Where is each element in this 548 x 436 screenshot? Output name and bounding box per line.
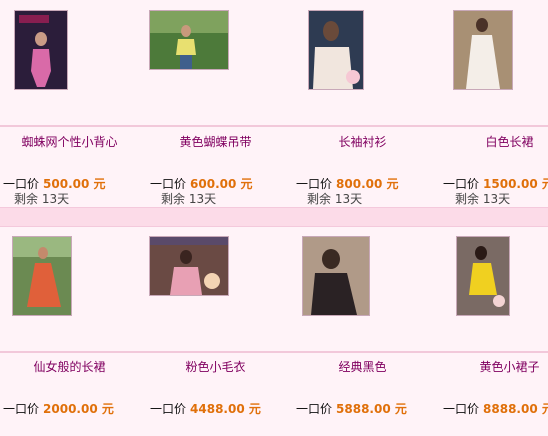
product-cell: 粉色小毛衣 一口价 4488.00 元 bbox=[142, 236, 289, 436]
price-value: 500.00 元 bbox=[43, 177, 106, 191]
price-value: 4488.00 元 bbox=[190, 402, 261, 416]
product-title-link[interactable]: 经典黑色 bbox=[338, 360, 386, 374]
photo-placeholder-icon bbox=[150, 11, 228, 69]
product-title-link[interactable]: 蜘蛛网个性小背心 bbox=[21, 135, 117, 149]
time-remaining: 剩余 13天 bbox=[161, 190, 216, 207]
product-image[interactable] bbox=[308, 10, 364, 90]
remaining-label: 剩余 bbox=[307, 192, 332, 206]
product-title[interactable]: 黄色蝴蝶吊带 bbox=[142, 133, 289, 150]
product-cell: 仙女般的长裙 一口价 2000.00 元 bbox=[0, 236, 143, 436]
remaining-label: 剩余 bbox=[14, 192, 39, 206]
price-line: 一口价 2000.00 元 bbox=[3, 400, 114, 417]
photo-placeholder-icon bbox=[454, 11, 512, 89]
price-value: 8888.00 元 bbox=[483, 402, 548, 416]
row-divider bbox=[0, 351, 548, 353]
price-value: 5888.00 元 bbox=[336, 402, 407, 416]
buy-now-label: 一口价 bbox=[3, 402, 40, 416]
buy-now-label: 一口价 bbox=[150, 402, 187, 416]
buy-now-label: 一口价 bbox=[443, 177, 480, 191]
price-line: 一口价 4488.00 元 bbox=[150, 400, 261, 417]
row-separator-band bbox=[0, 207, 548, 227]
product-cell: 黄色蝴蝶吊带 一口价 600.00 元 剩余 13天 bbox=[142, 10, 289, 210]
photo-placeholder-icon bbox=[303, 237, 369, 315]
product-title[interactable]: 黄色小裙子 bbox=[436, 358, 548, 375]
buy-now-label: 一口价 bbox=[3, 177, 40, 191]
remaining-days: 13天 bbox=[188, 192, 217, 206]
product-image[interactable] bbox=[456, 236, 510, 316]
price-value: 800.00 元 bbox=[336, 177, 399, 191]
product-title[interactable]: 粉色小毛衣 bbox=[142, 358, 289, 375]
price-value: 600.00 元 bbox=[190, 177, 253, 191]
product-image[interactable] bbox=[302, 236, 370, 316]
photo-placeholder-icon bbox=[15, 11, 67, 89]
buy-now-label: 一口价 bbox=[296, 177, 333, 191]
product-cell: 黄色小裙子 一口价 8888.00 元 bbox=[436, 236, 548, 436]
product-cell: 白色长裙 一口价 1500.00 元 剩余 13天 bbox=[436, 10, 548, 210]
product-title-link[interactable]: 白色长裙 bbox=[485, 135, 533, 149]
product-grid: 蜘蛛网个性小背心 一口价 500.00 元 剩余 13天 黄色蝴蝶吊带 一口价 60… bbox=[0, 0, 548, 419]
product-cell: 经典黑色 一口价 5888.00 元 bbox=[289, 236, 436, 436]
buy-now-label: 一口价 bbox=[150, 177, 187, 191]
photo-placeholder-icon bbox=[457, 237, 509, 315]
time-remaining: 剩余 13天 bbox=[307, 190, 362, 207]
row-divider bbox=[0, 125, 548, 127]
photo-placeholder-icon bbox=[150, 237, 228, 295]
product-title[interactable]: 长袖衬衫 bbox=[289, 133, 436, 150]
time-remaining: 剩余 13天 bbox=[14, 190, 69, 207]
remaining-days: 13天 bbox=[41, 192, 70, 206]
time-remaining: 剩余 13天 bbox=[455, 190, 510, 207]
price-line: 一口价 8888.00 元 bbox=[443, 400, 548, 417]
remaining-label: 剩余 bbox=[455, 192, 480, 206]
photo-placeholder-icon bbox=[309, 11, 363, 89]
product-title-link[interactable]: 仙女般的长裙 bbox=[33, 360, 105, 374]
product-cell: 长袖衬衫 一口价 800.00 元 剩余 13天 bbox=[289, 10, 436, 210]
product-title[interactable]: 仙女般的长裙 bbox=[0, 358, 143, 375]
price-value: 1500.00 元 bbox=[483, 177, 548, 191]
product-image[interactable] bbox=[453, 10, 513, 90]
remaining-days: 13天 bbox=[482, 192, 511, 206]
price-value: 2000.00 元 bbox=[43, 402, 114, 416]
remaining-label: 剩余 bbox=[161, 192, 186, 206]
photo-placeholder-icon bbox=[13, 237, 71, 315]
price-line: 一口价 5888.00 元 bbox=[296, 400, 407, 417]
product-title[interactable]: 蜘蛛网个性小背心 bbox=[0, 133, 143, 150]
product-image[interactable] bbox=[149, 10, 229, 70]
product-title[interactable]: 经典黑色 bbox=[289, 358, 436, 375]
buy-now-label: 一口价 bbox=[443, 402, 480, 416]
remaining-days: 13天 bbox=[334, 192, 363, 206]
product-image[interactable] bbox=[12, 236, 72, 316]
product-title-link[interactable]: 黄色小裙子 bbox=[479, 360, 539, 374]
product-title-link[interactable]: 黄色蝴蝶吊带 bbox=[179, 135, 251, 149]
product-title-link[interactable]: 粉色小毛衣 bbox=[185, 360, 245, 374]
product-image[interactable] bbox=[14, 10, 68, 90]
product-image[interactable] bbox=[149, 236, 229, 296]
product-title-link[interactable]: 长袖衬衫 bbox=[338, 135, 386, 149]
product-cell: 蜘蛛网个性小背心 一口价 500.00 元 剩余 13天 bbox=[0, 10, 143, 210]
buy-now-label: 一口价 bbox=[296, 402, 333, 416]
product-title[interactable]: 白色长裙 bbox=[436, 133, 548, 150]
